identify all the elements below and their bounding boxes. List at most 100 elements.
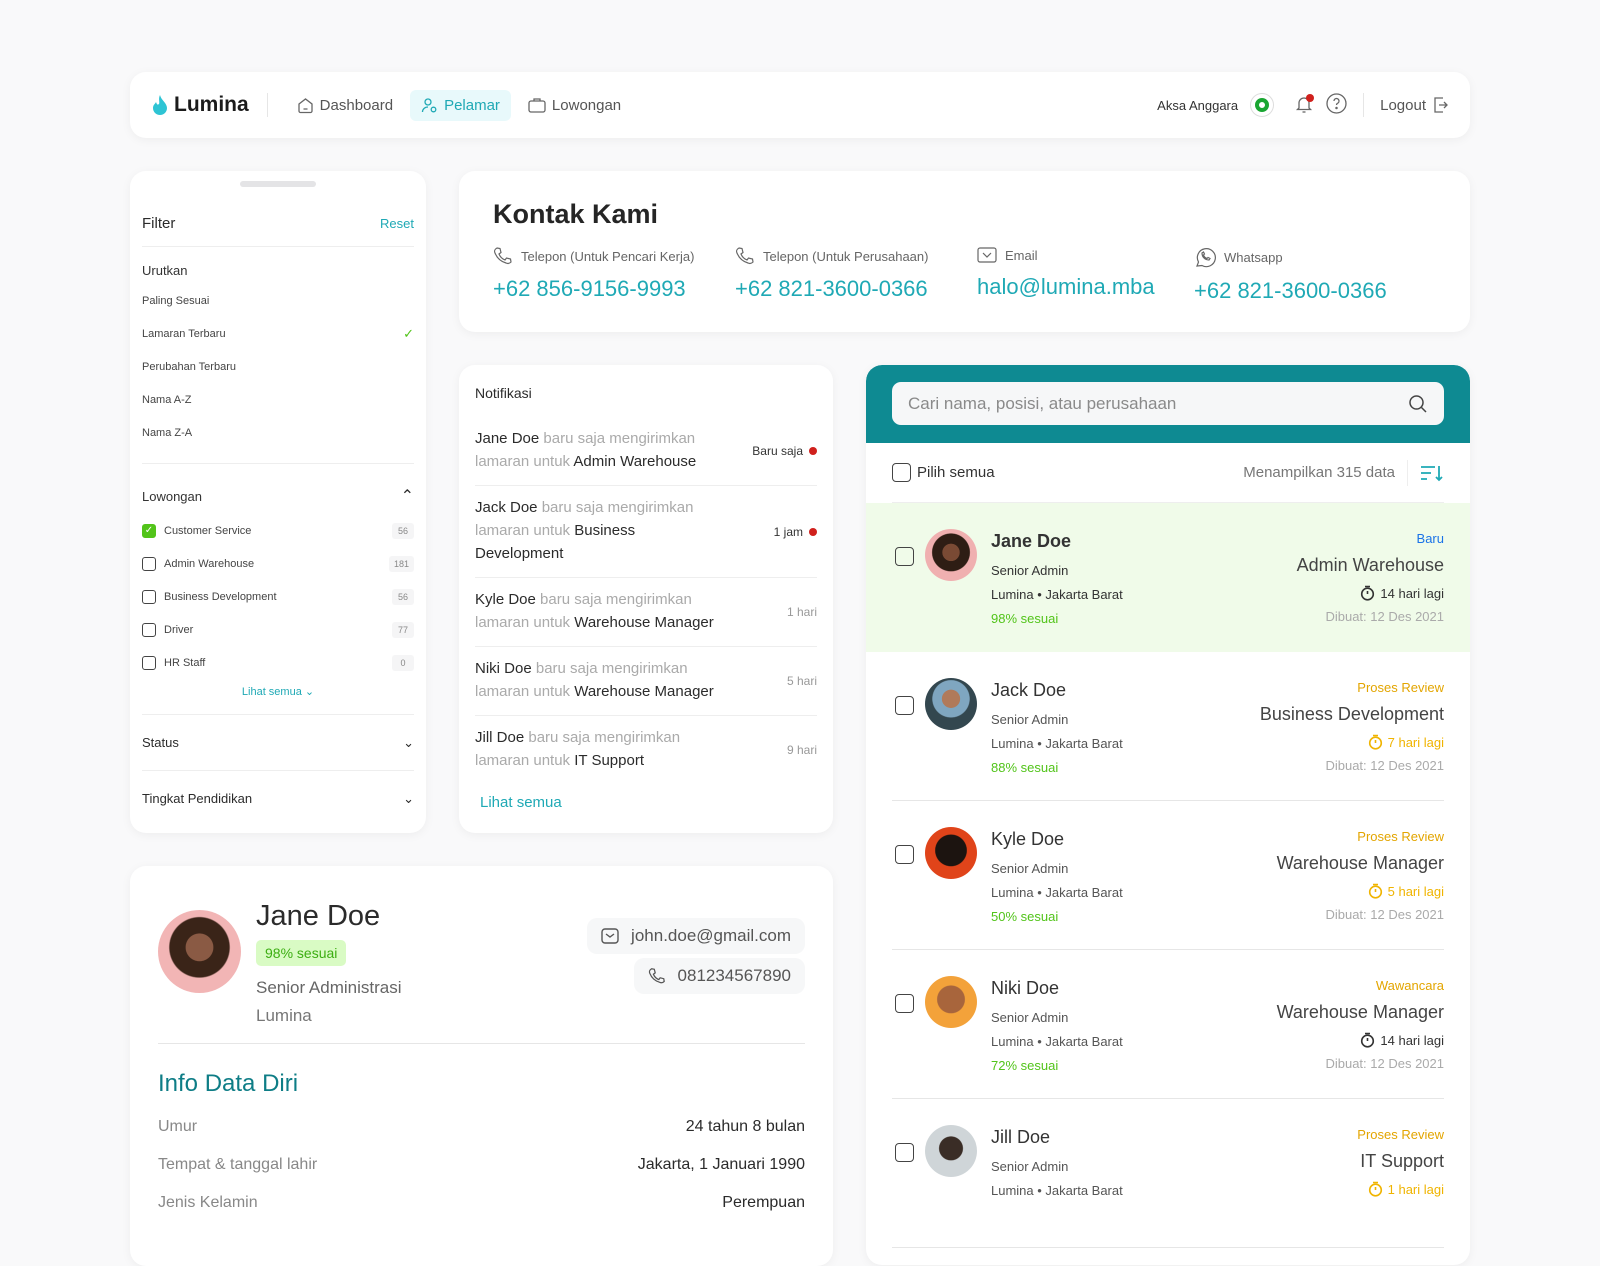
applicant-profile-card: Jane Doe 98% sesuai Senior Administrasi … [130, 866, 833, 1266]
notification-time: 1 hari [786, 605, 817, 619]
sort-option[interactable]: Nama A-Z [142, 383, 414, 416]
lowongan-option[interactable]: Business Development 56 [142, 580, 414, 613]
contact-value[interactable]: +62 821-3600-0366 [1194, 278, 1436, 304]
match-badge: 98% sesuai [256, 940, 347, 966]
applicant-name[interactable]: Jack Doe [991, 680, 1066, 701]
education-accordion[interactable]: Tingkat Pendidikan ⌄ [142, 770, 414, 826]
contact-value[interactable]: +62 856-9156-9993 [493, 276, 735, 302]
row-checkbox[interactable] [895, 994, 914, 1013]
status-badge: Proses Review [1357, 680, 1444, 695]
search-input[interactable]: Cari nama, posisi, atau perusahaan [892, 382, 1444, 425]
applicant-row[interactable]: Jill Doe Senior Admin Lumina • Jakarta B… [892, 1099, 1444, 1248]
notification-panel: Notifikasi Jane Doe baru saja mengirimka… [459, 365, 833, 833]
notification-item[interactable]: Niki Doe baru saja mengirimkan lamaran u… [475, 647, 817, 716]
timer-icon [1361, 585, 1375, 601]
checkbox[interactable] [142, 655, 156, 670]
row-checkbox[interactable] [895, 1143, 914, 1162]
see-all-notifications-link[interactable]: Lihat semua [480, 794, 817, 811]
select-all-checkbox[interactable]: Pilih semua [892, 463, 995, 482]
phone-icon [648, 968, 665, 984]
match-score: 88% sesuai [991, 760, 1059, 775]
notification-item[interactable]: Jill Doe baru saja mengirimkan lamaran u… [475, 716, 817, 784]
bell-icon[interactable] [1294, 93, 1315, 117]
deadline: 14 hari lagi [1360, 1032, 1444, 1048]
notification-item[interactable]: Jane Doe baru saja mengirimkan lamaran u… [475, 417, 817, 486]
briefcase-icon [528, 98, 546, 113]
created-date: Dibuat: 12 Des 2021 [1325, 907, 1444, 922]
nav-pelamar[interactable]: Pelamar [410, 89, 511, 121]
field-row: Jenis Kelamin Perempuan [158, 1194, 805, 1211]
sort-option[interactable]: Paling Sesuai [142, 284, 414, 317]
contact-value[interactable]: +62 821-3600-0366 [735, 276, 977, 302]
deadline: 5 hari lagi [1368, 883, 1444, 899]
home-icon [298, 97, 313, 113]
see-all-link[interactable]: Lihat semua ⌄ [142, 685, 414, 698]
logout-label: Logout [1380, 96, 1426, 114]
flame-logo-icon [153, 95, 167, 115]
count-badge: 181 [388, 555, 414, 572]
lowongan-option[interactable]: ✓ Customer Service 56 [142, 514, 414, 547]
applicant-name[interactable]: Niki Doe [991, 978, 1059, 999]
nav-dashboard[interactable]: Dashboard [286, 90, 404, 121]
applicant-role: Senior Admin [991, 563, 1069, 578]
applicant-location: Lumina • Jakarta Barat [991, 1183, 1123, 1198]
mail-icon [601, 928, 619, 944]
drag-handle[interactable] [240, 181, 316, 187]
applicant-name[interactable]: Kyle Doe [991, 829, 1064, 850]
notification-item[interactable]: Kyle Doe baru saja mengirimkan lamaran u… [475, 578, 817, 647]
help-icon[interactable] [1326, 93, 1347, 117]
search-icon[interactable] [1408, 394, 1428, 414]
checkbox[interactable]: ✓ [142, 523, 156, 538]
avatar[interactable] [1250, 93, 1275, 117]
lowongan-option[interactable]: HR Staff 0 [142, 646, 414, 679]
contact-value[interactable]: halo@lumina.mba [977, 274, 1194, 300]
phone-pill[interactable]: 081234567890 [633, 958, 805, 994]
filter-title: Filter [142, 215, 176, 232]
field-row: Tempat & tanggal lahir Jakarta, 1 Januari… [158, 1156, 805, 1173]
sort-option-selected[interactable]: Lamaran Terbaru ✓ [142, 317, 414, 350]
checkbox[interactable] [142, 589, 156, 604]
status-badge: Baru [1416, 531, 1444, 546]
unread-dot [809, 447, 817, 455]
row-checkbox[interactable] [895, 845, 914, 864]
notification-item[interactable]: Jack Doe baru saja mengirimkan lamaran u… [475, 486, 817, 578]
deadline: 14 hari lagi [1360, 585, 1444, 601]
sort-icon[interactable] [1420, 463, 1444, 483]
applicant-row[interactable]: Niki Doe Senior Admin Lumina • Jakarta B… [892, 950, 1444, 1099]
avatar [925, 529, 977, 581]
row-checkbox[interactable] [895, 547, 914, 566]
timer-icon [1361, 1032, 1375, 1048]
applicant-name[interactable]: Jill Doe [991, 1127, 1050, 1148]
notification-time: 9 hari [786, 743, 817, 757]
checkbox[interactable] [142, 556, 156, 571]
status-badge: Proses Review [1357, 1127, 1444, 1142]
lowongan-accordion[interactable]: Lowongan ⌃ [142, 486, 414, 506]
nav-lowongan[interactable]: Lowongan [517, 90, 632, 121]
email-pill[interactable]: john.doe@gmail.com [587, 918, 805, 954]
applicant-role: Senior Admin [991, 861, 1069, 876]
reset-button[interactable]: Reset [380, 216, 414, 231]
lowongan-option[interactable]: Admin Warehouse 181 [142, 547, 414, 580]
notification-time: 5 hari [786, 674, 817, 688]
timer-icon [1368, 883, 1382, 899]
applicant-row[interactable]: Jack Doe Senior Admin Lumina • Jakarta B… [892, 652, 1444, 801]
field-row: Umur 24 tahun 8 bulan [158, 1118, 805, 1135]
checkbox[interactable] [142, 622, 156, 637]
brand-logo[interactable]: Lumina [152, 93, 249, 117]
logout-button[interactable]: Logout [1380, 97, 1448, 114]
status-accordion[interactable]: Status ⌄ [142, 714, 414, 770]
profile-avatar [158, 910, 241, 993]
sort-option[interactable]: Nama Z-A [142, 416, 414, 449]
row-checkbox[interactable] [895, 696, 914, 715]
lowongan-option[interactable]: Driver 77 [142, 613, 414, 646]
created-date: Dibuat: 12 Des 2021 [1325, 609, 1444, 624]
applicant-row[interactable]: Jane Doe Senior Admin Lumina • Jakarta B… [866, 503, 1470, 652]
sort-option[interactable]: Perubahan Terbaru [142, 350, 414, 383]
applicant-role: Senior Admin [991, 1010, 1069, 1025]
applicant-location: Lumina • Jakarta Barat [991, 736, 1123, 751]
nav-label: Pelamar [444, 96, 500, 114]
chevron-down-icon: ⌄ [304, 686, 315, 698]
applicant-name[interactable]: Jane Doe [991, 531, 1071, 552]
applicant-list-panel: Cari nama, posisi, atau perusahaan Pilih… [866, 365, 1470, 1265]
applicant-row[interactable]: Kyle Doe Senior Admin Lumina • Jakarta B… [892, 801, 1444, 950]
